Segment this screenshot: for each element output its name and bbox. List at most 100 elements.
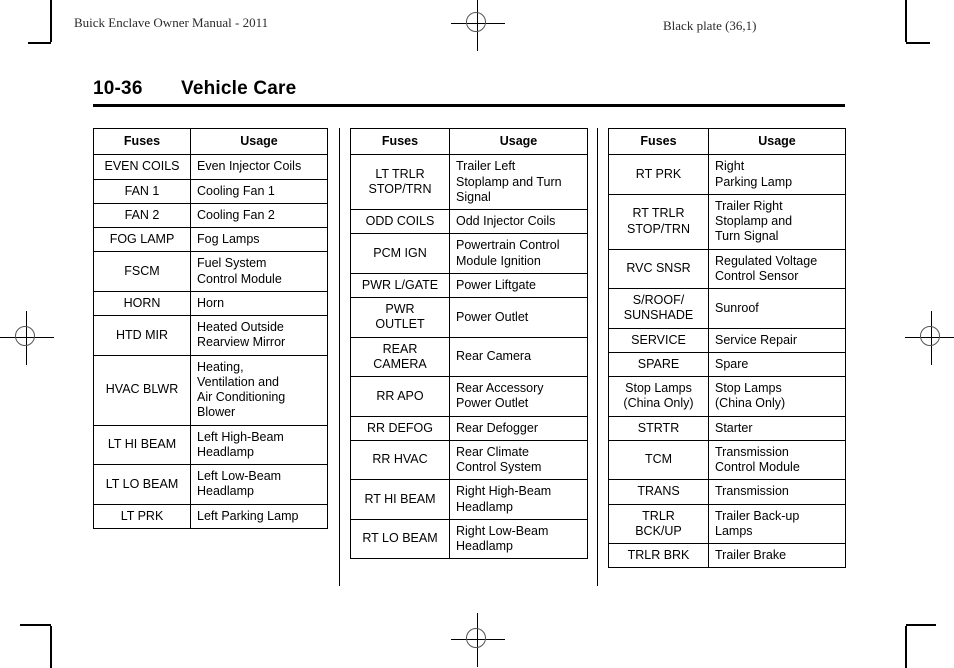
fuse-usage-cell: Regulated Voltage Control Sensor <box>708 248 846 289</box>
column-header-fuses: Fuses <box>93 127 191 156</box>
table-row: RT HI BEAM Right High-Beam Headlamp <box>350 479 588 520</box>
table-row: RT PRK Right Parking Lamp <box>608 154 846 195</box>
title-rule <box>93 104 845 107</box>
fuse-usage-cell: Heated Outside Rearview Mirror <box>190 315 328 356</box>
fuse-name-cell: LT PRK <box>93 503 191 529</box>
fuse-usage-cell: Right Parking Lamp <box>708 154 846 195</box>
fuse-usage-cell: Right Low-Beam Headlamp <box>449 518 588 560</box>
column-header-usage: Usage <box>708 127 846 156</box>
fuse-usage-cell: Sunroof <box>708 288 846 329</box>
fuse-usage-cell: Left Low-Beam Headlamp <box>190 464 328 505</box>
fuse-usage-cell: Starter <box>708 415 846 441</box>
table-row: EVEN COILS Even Injector Coils <box>93 154 328 180</box>
table-header-row: Fuses Usage <box>93 127 328 156</box>
table-row: RVC SNSR Regulated Voltage Control Sensor <box>608 248 846 289</box>
fuse-name-cell: REAR CAMERA <box>350 336 450 377</box>
fuse-name-cell: RT HI BEAM <box>350 479 450 520</box>
column-header-fuses: Fuses <box>350 127 450 156</box>
table-row: RR HVAC Rear Climate Control System <box>350 439 588 481</box>
table-row: RR APO Rear Accessory Power Outlet <box>350 376 588 417</box>
column-header-usage: Usage <box>190 127 328 156</box>
table-row: ODD COILS Odd Injector Coils <box>350 208 588 235</box>
table-row: LT PRK Left Parking Lamp <box>93 503 328 529</box>
registration-circle <box>466 628 486 648</box>
registration-mark-bottom <box>451 613 505 667</box>
fuse-name-cell: TCM <box>608 439 709 481</box>
table-body: LT TRLR STOP/TRN Trailer Left Stoplamp and … <box>350 154 588 560</box>
fuse-name-cell: LT LO BEAM <box>93 464 191 505</box>
column-separator-1 <box>339 128 340 586</box>
fuse-usage-cell: Cooling Fan 1 <box>190 178 328 204</box>
column-header-fuses: Fuses <box>608 127 709 156</box>
registration-mark-right <box>905 311 954 365</box>
table-header-row: Fuses Usage <box>350 127 588 156</box>
fuse-usage-cell: Heating, Ventilation and Air Conditioning B… <box>190 354 328 426</box>
fuse-name-cell: HORN <box>93 290 191 317</box>
table-row: S/ROOF/SUNSHADE Sunroof <box>608 288 846 329</box>
fuse-name-cell: LT HI BEAM <box>93 424 191 465</box>
table-row: HVAC BLWR Heating, Ventilation and Air Cond… <box>93 354 328 426</box>
fuse-name-cell: TRANS <box>608 479 709 505</box>
fuse-usage-cell: Horn <box>190 290 328 317</box>
fuse-table-3: Fuses Usage RT PRK Right Parking Lamp RT TR… <box>608 127 846 569</box>
table-row: TCM Transmission Control Module <box>608 439 846 481</box>
fuse-usage-cell: Trailer Back-up Lamps <box>708 503 846 544</box>
table-row: STRTR Starter <box>608 415 846 441</box>
fuse-usage-cell: Rear Accessory Power Outlet <box>449 376 588 417</box>
fuse-usage-cell: Rear Climate Control System <box>449 439 588 481</box>
fuse-usage-cell: Power Outlet <box>449 297 588 338</box>
table-body: RT PRK Right Parking Lamp RT TRLR STOP/TRN Tr… <box>608 154 846 569</box>
table-row: TRLR BRK Trailer Brake <box>608 542 846 569</box>
fuse-name-cell: FAN 1 <box>93 178 191 204</box>
fuse-name-cell: Stop Lamps (China Only) <box>608 376 709 417</box>
fuse-usage-cell: Trailer Brake <box>708 542 846 569</box>
fuse-name-cell: RR DEFOG <box>350 415 450 441</box>
fuse-name-cell: RVC SNSR <box>608 248 709 289</box>
table-header-row: Fuses Usage <box>608 127 846 156</box>
fuse-name-cell: RT TRLR STOP/TRN <box>608 193 709 250</box>
fuse-usage-cell: Even Injector Coils <box>190 154 328 180</box>
table-row: FOG LAMP Fog Lamps <box>93 226 328 253</box>
column-separator-2 <box>597 128 598 586</box>
table-row: RR DEFOG Rear Defogger <box>350 415 588 441</box>
table-row: TRANS Transmission <box>608 479 846 505</box>
fuse-name-cell: FOG LAMP <box>93 226 191 253</box>
fuse-name-cell: STRTR <box>608 415 709 441</box>
fuse-name-cell: SERVICE <box>608 327 709 353</box>
table-row: FAN 2 Cooling Fan 2 <box>93 202 328 229</box>
fuse-usage-cell: Trailer Right Stoplamp and Turn Signal <box>708 193 846 250</box>
fuse-name-cell: FSCM <box>93 251 191 292</box>
fuse-name-cell: PCM IGN <box>350 233 450 274</box>
table-row: Stop Lamps (China Only) Stop Lamps (China O… <box>608 376 846 417</box>
fuse-usage-cell: Transmission <box>708 479 846 505</box>
fuse-name-cell: EVEN COILS <box>93 154 191 180</box>
table-row: PWR OUTLET Power Outlet <box>350 297 588 338</box>
trim-mark-top-left-vertical <box>50 0 52 42</box>
table-row: LT HI BEAM Left High-Beam Headlamp <box>93 424 328 465</box>
fuse-name-cell: PWR OUTLET <box>350 297 450 338</box>
fuse-name-cell: RT PRK <box>608 154 709 195</box>
fuse-usage-cell: Trailer Left Stoplamp and Turn Signal <box>449 154 588 210</box>
fuse-name-cell: HVAC BLWR <box>93 354 191 426</box>
fuse-name-cell: RR APO <box>350 376 450 417</box>
trim-mark-top-left-horizontal <box>28 42 51 44</box>
table-row: REAR CAMERA Rear Camera <box>350 336 588 377</box>
fuse-name-cell: PWR L/GATE <box>350 272 450 299</box>
fuse-usage-cell: Left High-Beam Headlamp <box>190 424 328 465</box>
registration-mark-left <box>0 311 54 365</box>
running-head-right: Black plate (36,1) <box>663 18 757 33</box>
table-row: FSCM Fuel System Control Module <box>93 251 328 292</box>
fuse-name-cell: RT LO BEAM <box>350 518 450 560</box>
table-row: PWR L/GATE Power Liftgate <box>350 272 588 299</box>
trim-mark-bottom-left-vertical <box>50 626 52 668</box>
table-row: HTD MIR Heated Outside Rearview Mirror <box>93 315 328 356</box>
fuse-usage-cell: Left Parking Lamp <box>190 503 328 529</box>
fuse-table-2: Fuses Usage LT TRLR STOP/TRN Trailer Left S… <box>350 127 588 560</box>
fuse-usage-cell: Power Liftgate <box>449 272 588 299</box>
trim-mark-bottom-left-horizontal <box>20 624 51 626</box>
trim-mark-bottom-right-vertical <box>905 626 907 668</box>
fuse-name-cell: ODD COILS <box>350 208 450 235</box>
table-row: PCM IGN Powertrain Control Module Ignition <box>350 233 588 274</box>
fuse-usage-cell: Rear Defogger <box>449 415 588 441</box>
page-number: 10-36 <box>93 78 143 99</box>
